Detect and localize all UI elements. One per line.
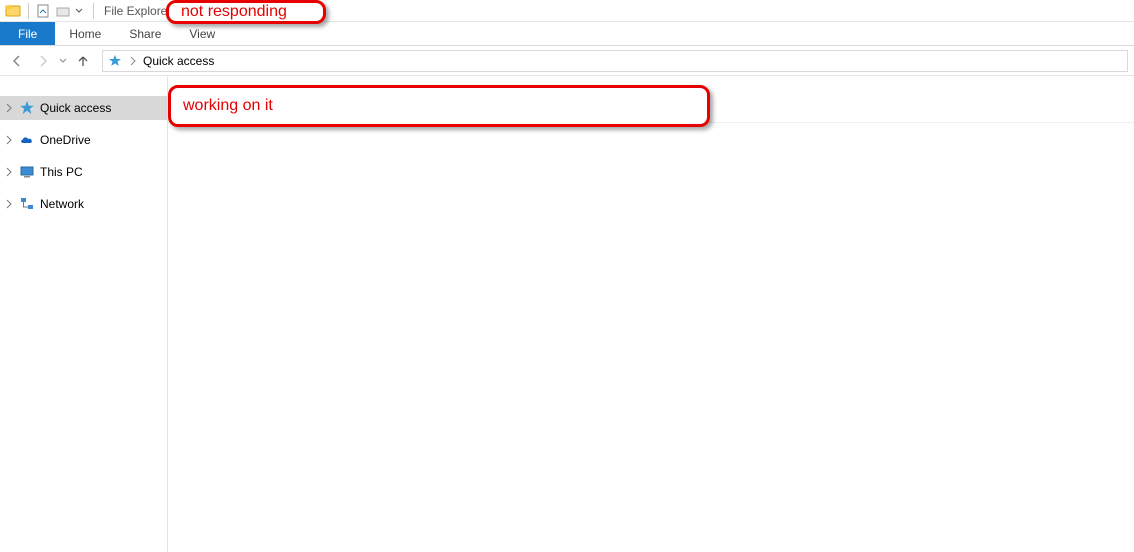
tab-file[interactable]: File bbox=[0, 22, 55, 45]
sidebar-item-label: Quick access bbox=[40, 101, 111, 115]
sidebar-item-onedrive[interactable]: OneDrive bbox=[0, 128, 167, 152]
annotation-working-on-it: working on it bbox=[168, 85, 710, 127]
annotation-text: working on it bbox=[183, 97, 273, 115]
sidebar-item-network[interactable]: Network bbox=[0, 192, 167, 216]
sidebar-item-label: OneDrive bbox=[40, 133, 91, 147]
address-bar[interactable]: Quick access bbox=[102, 50, 1128, 72]
address-location[interactable]: Quick access bbox=[143, 54, 214, 68]
forward-button[interactable] bbox=[32, 50, 54, 72]
main-area: Quick access OneDrive T bbox=[0, 76, 1134, 552]
annotation-text: not responding bbox=[181, 3, 287, 21]
back-button[interactable] bbox=[6, 50, 28, 72]
window-title: File Explorer bbox=[104, 4, 171, 18]
qat-customize-dropdown[interactable] bbox=[73, 2, 85, 20]
content-pane bbox=[168, 76, 1134, 552]
quick-access-icon bbox=[107, 53, 123, 69]
annotation-not-responding: not responding bbox=[166, 0, 326, 24]
file-explorer-icon bbox=[5, 3, 21, 19]
up-button[interactable] bbox=[72, 50, 94, 72]
qat-new-folder-icon[interactable] bbox=[54, 2, 72, 20]
quick-access-star-icon bbox=[18, 99, 36, 117]
sidebar-item-this-pc[interactable]: This PC bbox=[0, 160, 167, 184]
this-pc-monitor-icon bbox=[18, 163, 36, 181]
chevron-right-icon[interactable] bbox=[4, 167, 14, 177]
chevron-right-icon[interactable] bbox=[4, 103, 14, 113]
network-icon bbox=[18, 195, 36, 213]
onedrive-cloud-icon bbox=[18, 131, 36, 149]
chevron-right-icon[interactable] bbox=[4, 135, 14, 145]
ribbon-tabs: File Home Share View bbox=[0, 22, 1134, 46]
sidebar-item-label: This PC bbox=[40, 165, 83, 179]
separator bbox=[93, 3, 94, 19]
chevron-right-icon[interactable] bbox=[129, 56, 137, 66]
qat-properties-icon[interactable] bbox=[34, 2, 52, 20]
navigation-bar: Quick access bbox=[0, 46, 1134, 76]
tab-view[interactable]: View bbox=[175, 22, 229, 45]
sidebar-item-label: Network bbox=[40, 197, 84, 211]
sidebar-item-quick-access[interactable]: Quick access bbox=[0, 96, 167, 120]
tab-home[interactable]: Home bbox=[55, 22, 115, 45]
navigation-pane: Quick access OneDrive T bbox=[0, 76, 168, 552]
chevron-right-icon[interactable] bbox=[4, 199, 14, 209]
tab-share[interactable]: Share bbox=[115, 22, 175, 45]
recent-locations-dropdown[interactable] bbox=[58, 57, 68, 65]
separator bbox=[28, 3, 29, 19]
